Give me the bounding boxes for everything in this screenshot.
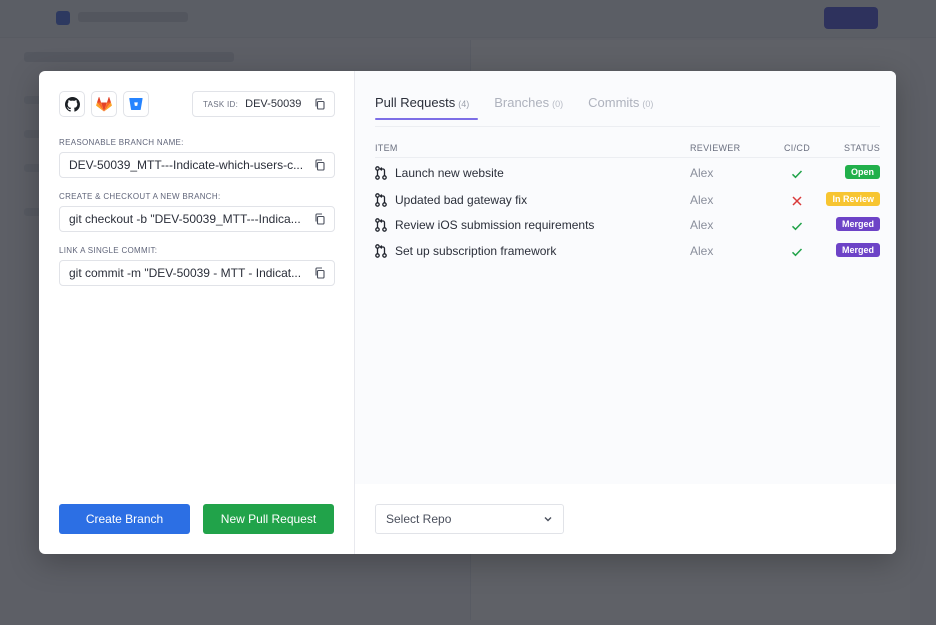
status-badge: Merged — [835, 217, 880, 231]
checkout-branch-label: CREATE & CHECKOUT A NEW BRANCH: — [59, 192, 221, 201]
tab-label: Commits — [588, 95, 640, 110]
bitbucket-icon — [129, 97, 143, 111]
new-pull-request-button[interactable]: New Pull Request — [203, 504, 334, 534]
copy-icon[interactable] — [314, 98, 326, 110]
checkout-branch-field[interactable]: git checkout -b "DEV-50039_MTT---Indica.… — [59, 206, 335, 232]
pull-request-icon — [375, 193, 387, 207]
activity-tabs: Pull Requests (4) Branches (0) Commits (0) — [375, 95, 678, 120]
copy-icon[interactable] — [314, 267, 326, 279]
tab-label: Branches — [494, 95, 550, 110]
row-title[interactable]: Review iOS submission requirements — [395, 218, 594, 232]
pull-request-icon — [375, 244, 387, 258]
column-header-item: ITEM — [375, 143, 398, 153]
tab-commits[interactable]: Commits (0) — [588, 95, 653, 120]
repo-select[interactable]: Select Repo — [375, 504, 564, 534]
repo-select-value: Select Repo — [386, 512, 452, 526]
pull-request-icon — [375, 218, 387, 232]
bitbucket-button[interactable] — [123, 91, 149, 117]
row-title[interactable]: Launch new website — [395, 166, 504, 180]
activity-footer: Select Repo — [355, 484, 896, 554]
status-badge: Merged — [835, 243, 880, 257]
row-reviewer: Alex — [690, 218, 714, 232]
branch-panel: TASK ID: DEV-50039 REASONABLE BRANCH NAM… — [39, 71, 355, 554]
tab-label: Pull Requests — [375, 95, 456, 110]
link-commit-label: LINK A SINGLE COMMIT: — [59, 246, 158, 255]
github-button[interactable] — [59, 91, 85, 117]
tab-count: (4) — [458, 99, 470, 109]
pull-request-icon — [375, 166, 387, 180]
check-icon — [791, 245, 803, 257]
table-header: ITEM REVIEWER CI/CD STATUS — [375, 143, 880, 157]
task-id-box: TASK ID: DEV-50039 — [192, 91, 335, 117]
task-id-label: TASK ID: — [203, 99, 239, 109]
check-icon — [791, 167, 803, 179]
table-header-divider — [375, 157, 880, 158]
tab-divider — [375, 126, 880, 127]
gitlab-icon — [96, 96, 112, 112]
tab-pull-requests[interactable]: Pull Requests (4) — [375, 95, 479, 120]
copy-icon[interactable] — [314, 159, 326, 171]
row-title[interactable]: Set up subscription framework — [395, 244, 556, 258]
row-title[interactable]: Updated bad gateway fix — [395, 193, 527, 207]
copy-icon[interactable] — [314, 213, 326, 225]
table-row[interactable]: Updated bad gateway fix Alex In Review — [375, 188, 880, 212]
row-reviewer: Alex — [690, 193, 714, 207]
row-reviewer: Alex — [690, 166, 714, 180]
chevron-down-icon — [543, 514, 553, 524]
branch-name-value: DEV-50039_MTT---Indicate-which-users-c..… — [69, 158, 304, 172]
tab-count: (0) — [552, 99, 564, 109]
activity-panel: Pull Requests (4) Branches (0) Commits (0) … — [355, 71, 896, 554]
checkout-branch-value: git checkout -b "DEV-50039_MTT---Indica.… — [69, 212, 301, 226]
create-branch-button[interactable]: Create Branch — [59, 504, 190, 534]
status-badge: In Review — [826, 192, 880, 206]
table-row[interactable]: Launch new website Alex Open — [375, 161, 880, 185]
column-header-reviewer: REVIEWER — [690, 143, 741, 153]
tab-branches[interactable]: Branches (0) — [494, 95, 563, 120]
table-row[interactable]: Set up subscription framework Alex Merge… — [375, 239, 880, 263]
row-reviewer: Alex — [690, 244, 714, 258]
status-badge: Open — [844, 165, 880, 179]
provider-switcher — [59, 91, 149, 117]
git-integration-modal: TASK ID: DEV-50039 REASONABLE BRANCH NAM… — [39, 71, 896, 554]
branch-name-field[interactable]: DEV-50039_MTT---Indicate-which-users-c..… — [59, 152, 335, 178]
tab-count: (0) — [642, 99, 654, 109]
branch-name-label: REASONABLE BRANCH NAME: — [59, 138, 184, 147]
github-icon — [64, 96, 80, 112]
task-id-value: DEV-50039 — [245, 98, 302, 110]
column-header-cicd: CI/CD — [784, 143, 810, 153]
x-icon — [791, 194, 803, 206]
link-commit-field[interactable]: git commit -m "DEV-50039 - MTT - Indicat… — [59, 260, 335, 286]
table-row[interactable]: Review iOS submission requirements Alex … — [375, 213, 880, 237]
column-header-status: STATUS — [844, 143, 880, 153]
check-icon — [791, 219, 803, 231]
gitlab-button[interactable] — [91, 91, 117, 117]
link-commit-value: git commit -m "DEV-50039 - MTT - Indicat… — [69, 266, 302, 280]
